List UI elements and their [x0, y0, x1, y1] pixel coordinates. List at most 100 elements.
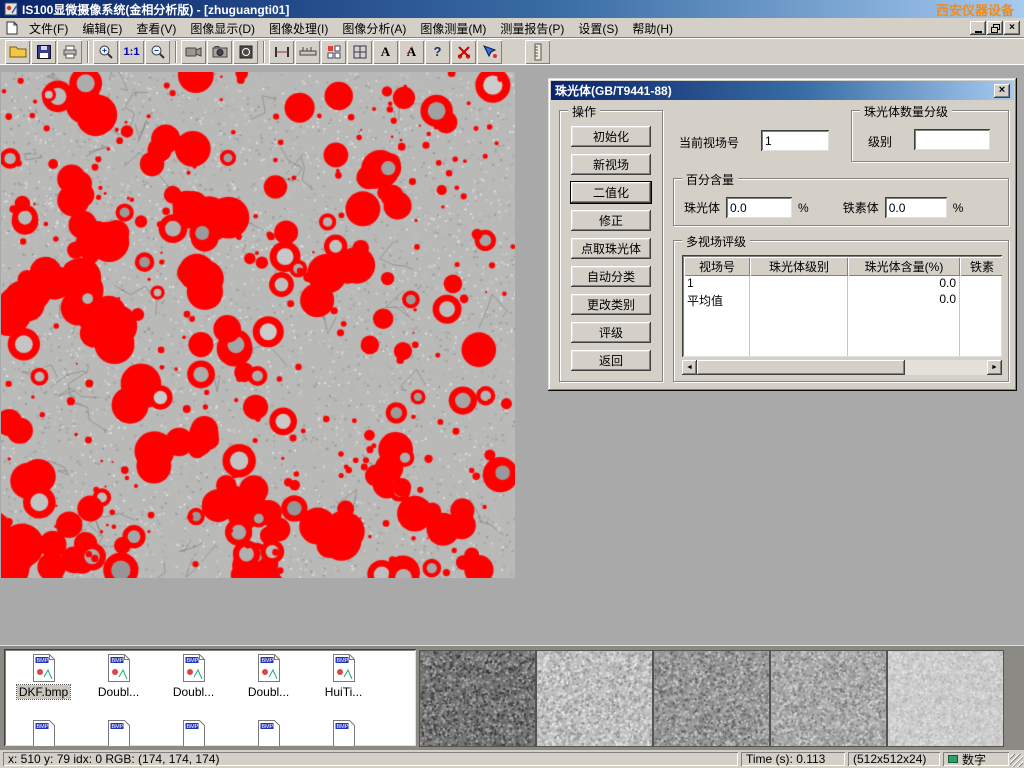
current-field-input[interactable]: [761, 130, 829, 151]
header-field[interactable]: 视场号: [684, 257, 750, 276]
thumbnail-2[interactable]: [536, 650, 653, 747]
help-button[interactable]: ?: [425, 40, 450, 64]
thumbnail-5[interactable]: [887, 650, 1004, 747]
grid-red-icon: [326, 44, 342, 60]
ferrite-input[interactable]: [885, 197, 947, 218]
percent-group: 百分含量 珠光体 % 铁素体 %: [673, 178, 1009, 226]
zoom-in-button[interactable]: [93, 40, 118, 64]
video-button[interactable]: [181, 40, 206, 64]
change-class-button[interactable]: 更改类别: [570, 293, 652, 316]
camera-button[interactable]: [207, 40, 232, 64]
mdi-restore-button[interactable]: [987, 21, 1003, 35]
menu-item-edit[interactable]: 编辑(E): [75, 18, 129, 39]
file-item[interactable]: BMP: [156, 719, 231, 746]
correct-button[interactable]: 修正: [570, 209, 652, 232]
multifield-group: 多视场评级 视场号 珠光体级别 珠光体含量(%) 铁素 1 0.0: [673, 240, 1009, 382]
grid-button[interactable]: [347, 40, 372, 64]
file-item[interactable]: BMP Doubl...: [81, 653, 156, 699]
metallograph-image[interactable]: [1, 72, 515, 578]
mdi-document-icon[interactable]: [6, 21, 18, 35]
mdi-minimize-button[interactable]: [970, 21, 986, 35]
menu-item-help[interactable]: 帮助(H): [625, 18, 680, 39]
scroll-track[interactable]: [697, 360, 987, 375]
cut-button[interactable]: [451, 40, 476, 64]
table-row[interactable]: 1 0.0: [684, 276, 1000, 292]
status-mode: 数字: [943, 752, 1009, 766]
header-level[interactable]: 珠光体级别: [750, 257, 848, 276]
open-button[interactable]: [5, 40, 30, 64]
menu-item-settings[interactable]: 设置(S): [571, 18, 625, 39]
save-button[interactable]: [31, 40, 56, 64]
floppy-icon: [36, 44, 52, 60]
zoom-out-button[interactable]: [145, 40, 170, 64]
grading-group-label: 珠光体数量分级: [860, 103, 952, 120]
dialog-close-button[interactable]: ×: [994, 84, 1010, 98]
font-button[interactable]: A: [373, 40, 398, 64]
file-item[interactable]: BMP: [306, 719, 381, 746]
micrometer-button[interactable]: [295, 40, 320, 64]
grid-red-button[interactable]: [321, 40, 346, 64]
table-hscrollbar: ◄ ►: [682, 360, 1002, 375]
scroll-right-button[interactable]: ►: [987, 360, 1002, 375]
bmp-file-icon: BMP: [181, 653, 207, 683]
header-content[interactable]: 珠光体含量(%): [848, 257, 960, 276]
menu-item-report[interactable]: 测量报告(P): [493, 18, 571, 39]
table-row-empty: [684, 340, 1000, 356]
actual-size-button[interactable]: 1:1: [119, 40, 144, 64]
resize-grip[interactable]: [1010, 754, 1023, 767]
dialog-title-bar[interactable]: 珠光体(GB/T9441-88) ×: [551, 81, 1014, 100]
file-item[interactable]: BMP Doubl...: [231, 653, 306, 699]
file-item[interactable]: BMP: [81, 719, 156, 746]
font-off-button[interactable]: A⁄: [399, 40, 424, 64]
menu-item-view[interactable]: 查看(V): [129, 18, 183, 39]
file-item[interactable]: BMP: [231, 719, 306, 746]
level-input[interactable]: [914, 129, 990, 150]
grading-group: 珠光体数量分级 级别: [851, 110, 1009, 162]
table-row[interactable]: 平均值 0.0: [684, 292, 1000, 308]
menu-item-image-measure[interactable]: 图像测量(M): [413, 18, 493, 39]
rate-button[interactable]: 评级: [570, 321, 652, 344]
init-button[interactable]: 初始化: [570, 125, 652, 148]
app-icon: [4, 2, 18, 16]
bmp-file-icon: BMP: [106, 653, 132, 683]
minimize-icon: [975, 31, 982, 33]
ferrite-label: 铁素体: [843, 199, 879, 216]
svg-text:BMP: BMP: [336, 658, 348, 664]
pick-pearlite-button[interactable]: 点取珠光体: [570, 237, 652, 260]
return-button[interactable]: 返回: [570, 349, 652, 372]
toolbar-separator: [263, 41, 265, 63]
thumbnail-1[interactable]: [419, 650, 536, 747]
scroll-thumb[interactable]: [697, 360, 905, 375]
ruler-button[interactable]: [525, 40, 550, 64]
file-item[interactable]: BMP HuiTi...: [306, 653, 381, 699]
scroll-left-button[interactable]: ◄: [682, 360, 697, 375]
menu-item-image-analyze[interactable]: 图像分析(A): [335, 18, 413, 39]
svg-text:BMP: BMP: [186, 658, 198, 664]
file-item[interactable]: BMP Doubl...: [156, 653, 231, 699]
svg-text:BMP: BMP: [186, 724, 198, 730]
pointer-icon: [482, 45, 498, 59]
bmp-file-icon: BMP: [331, 719, 357, 746]
window-title: IS100显微摄像系统(金相分析版) - [zhuguangti01]: [22, 1, 289, 18]
camera-icon: [212, 45, 228, 59]
print-button[interactable]: [57, 40, 82, 64]
snapshot-button[interactable]: [233, 40, 258, 64]
auto-classify-button[interactable]: 自动分类: [570, 265, 652, 288]
binarize-button[interactable]: 二值化: [570, 181, 652, 204]
menu-item-file[interactable]: 文件(F): [22, 18, 75, 39]
file-item[interactable]: BMP DKF.bmp: [6, 653, 81, 699]
pointer-button[interactable]: [477, 40, 502, 64]
menu-item-image-process[interactable]: 图像处理(I): [262, 18, 335, 39]
svg-text:BMP: BMP: [261, 658, 273, 664]
file-item[interactable]: BMP: [6, 719, 81, 746]
menu-item-image-display[interactable]: 图像显示(D): [183, 18, 262, 39]
new-field-button[interactable]: 新视场: [570, 153, 652, 176]
header-ferrite[interactable]: 铁素: [960, 257, 1002, 276]
mdi-close-button[interactable]: ×: [1004, 21, 1020, 35]
bmp-file-icon: BMP: [31, 719, 57, 746]
pearlite-input[interactable]: [726, 197, 792, 218]
file-list[interactable]: BMP DKF.bmp BMP Doubl...: [4, 649, 416, 746]
caliper-button[interactable]: [269, 40, 294, 64]
thumbnail-3[interactable]: [653, 650, 770, 747]
thumbnail-4[interactable]: [770, 650, 887, 747]
